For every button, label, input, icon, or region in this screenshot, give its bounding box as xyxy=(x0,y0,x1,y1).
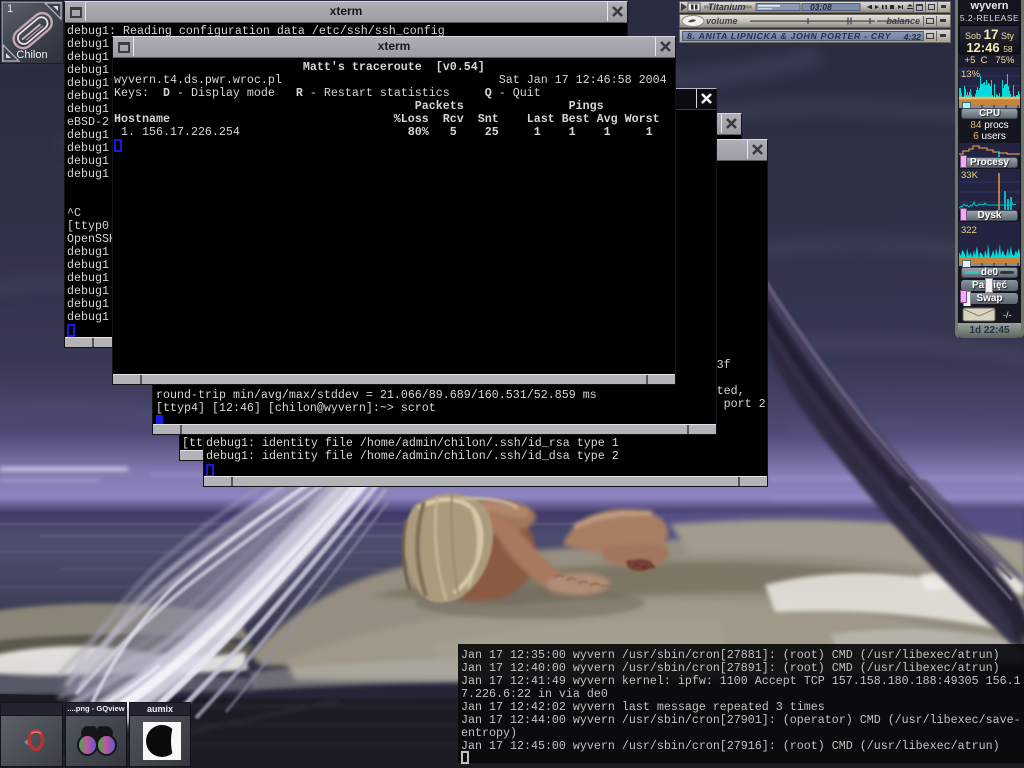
svg-text:33K: 33K xyxy=(961,170,979,181)
svg-text:Titanium: Titanium xyxy=(708,2,745,12)
svg-text:-/-: -/- xyxy=(1003,310,1012,320)
svg-text:03:08: 03:08 xyxy=(810,2,832,12)
svg-text:13%: 13% xyxy=(961,69,981,80)
svg-text:volume: volume xyxy=(706,16,738,26)
svg-text:322: 322 xyxy=(961,225,977,236)
